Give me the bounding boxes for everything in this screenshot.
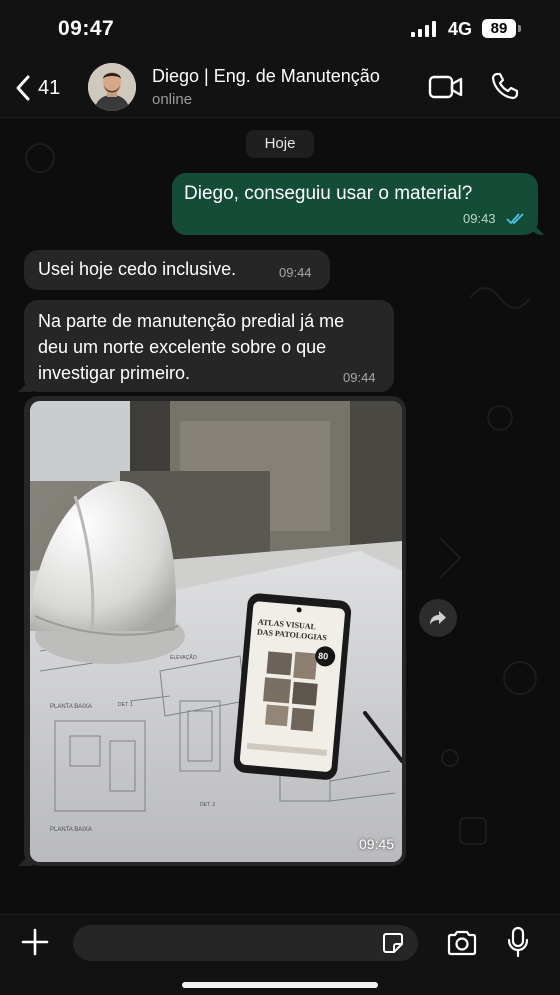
chat-area[interactable]: Hoje Diego, conseguiu usar o material? 0… bbox=[0, 118, 560, 914]
plan-label: PLANTA BAIXA bbox=[50, 704, 92, 710]
signal-icon bbox=[411, 21, 436, 37]
detail-label: DET. 1 bbox=[118, 702, 133, 708]
phone-icon[interactable] bbox=[490, 71, 520, 101]
network-type: 4G bbox=[448, 19, 473, 39]
avatar[interactable] bbox=[88, 63, 136, 111]
contact-name[interactable]: Diego | Eng. de Manutenção bbox=[152, 66, 380, 87]
message-time: 09:44 bbox=[343, 370, 376, 385]
battery-indicator: 89 bbox=[482, 19, 516, 38]
message-bubble-incoming[interactable]: Usei hoje cedo inclusive. 09:44 bbox=[24, 250, 330, 290]
elevation-label: ELEVAÇÃO bbox=[170, 654, 197, 661]
message-time: 09:44 bbox=[279, 265, 312, 280]
battery-cap bbox=[518, 25, 521, 32]
message-bubble-outgoing[interactable]: Diego, conseguiu usar o material? 09:43 bbox=[172, 173, 538, 235]
image-message-bubble[interactable]: PLANTA BAIXA PLANTA BAIXA ELEVAÇÃO DET. … bbox=[24, 396, 406, 866]
book-badge: 80 bbox=[318, 651, 329, 662]
sticker-icon[interactable] bbox=[381, 931, 405, 955]
detail-label: DET. 3 bbox=[200, 802, 215, 808]
message-input[interactable] bbox=[73, 925, 418, 961]
plus-icon[interactable] bbox=[20, 927, 50, 957]
avatar-photo bbox=[88, 63, 136, 111]
plan-label: PLANTA BAIXA bbox=[50, 827, 92, 833]
contact-status: online bbox=[152, 91, 193, 108]
microphone-icon[interactable] bbox=[506, 926, 530, 958]
chevron-left-icon bbox=[16, 75, 30, 101]
photo-helmet-blueprint-phone[interactable]: PLANTA BAIXA PLANTA BAIXA ELEVAÇÃO DET. … bbox=[30, 401, 402, 862]
message-time: 09:43 bbox=[463, 211, 496, 226]
unread-count: 41 bbox=[38, 76, 61, 99]
date-divider: Hoje bbox=[246, 130, 314, 158]
message-time: 09:45 bbox=[359, 836, 395, 852]
message-bubble-incoming[interactable]: Na parte de manutenção predial já me deu… bbox=[24, 300, 394, 392]
camera-icon[interactable] bbox=[446, 929, 478, 957]
input-bar bbox=[0, 914, 560, 995]
chat-header: 41 Diego | Eng. de Manutenção online bbox=[0, 58, 560, 118]
home-indicator bbox=[182, 982, 378, 988]
message-text: Diego, conseguiu usar o material? bbox=[184, 183, 473, 204]
message-text: Na parte de manutenção predial já me deu… bbox=[38, 311, 345, 383]
video-camera-icon[interactable] bbox=[428, 74, 464, 100]
back-button[interactable]: 41 bbox=[14, 70, 74, 106]
double-check-icon bbox=[506, 213, 524, 225]
status-time: 09:47 bbox=[58, 17, 115, 40]
forward-button[interactable] bbox=[419, 599, 457, 637]
forward-arrow-icon bbox=[430, 611, 446, 625]
message-text: Usei hoje cedo inclusive. bbox=[38, 259, 237, 279]
status-bar: 09:47 4G 89 bbox=[0, 0, 560, 58]
